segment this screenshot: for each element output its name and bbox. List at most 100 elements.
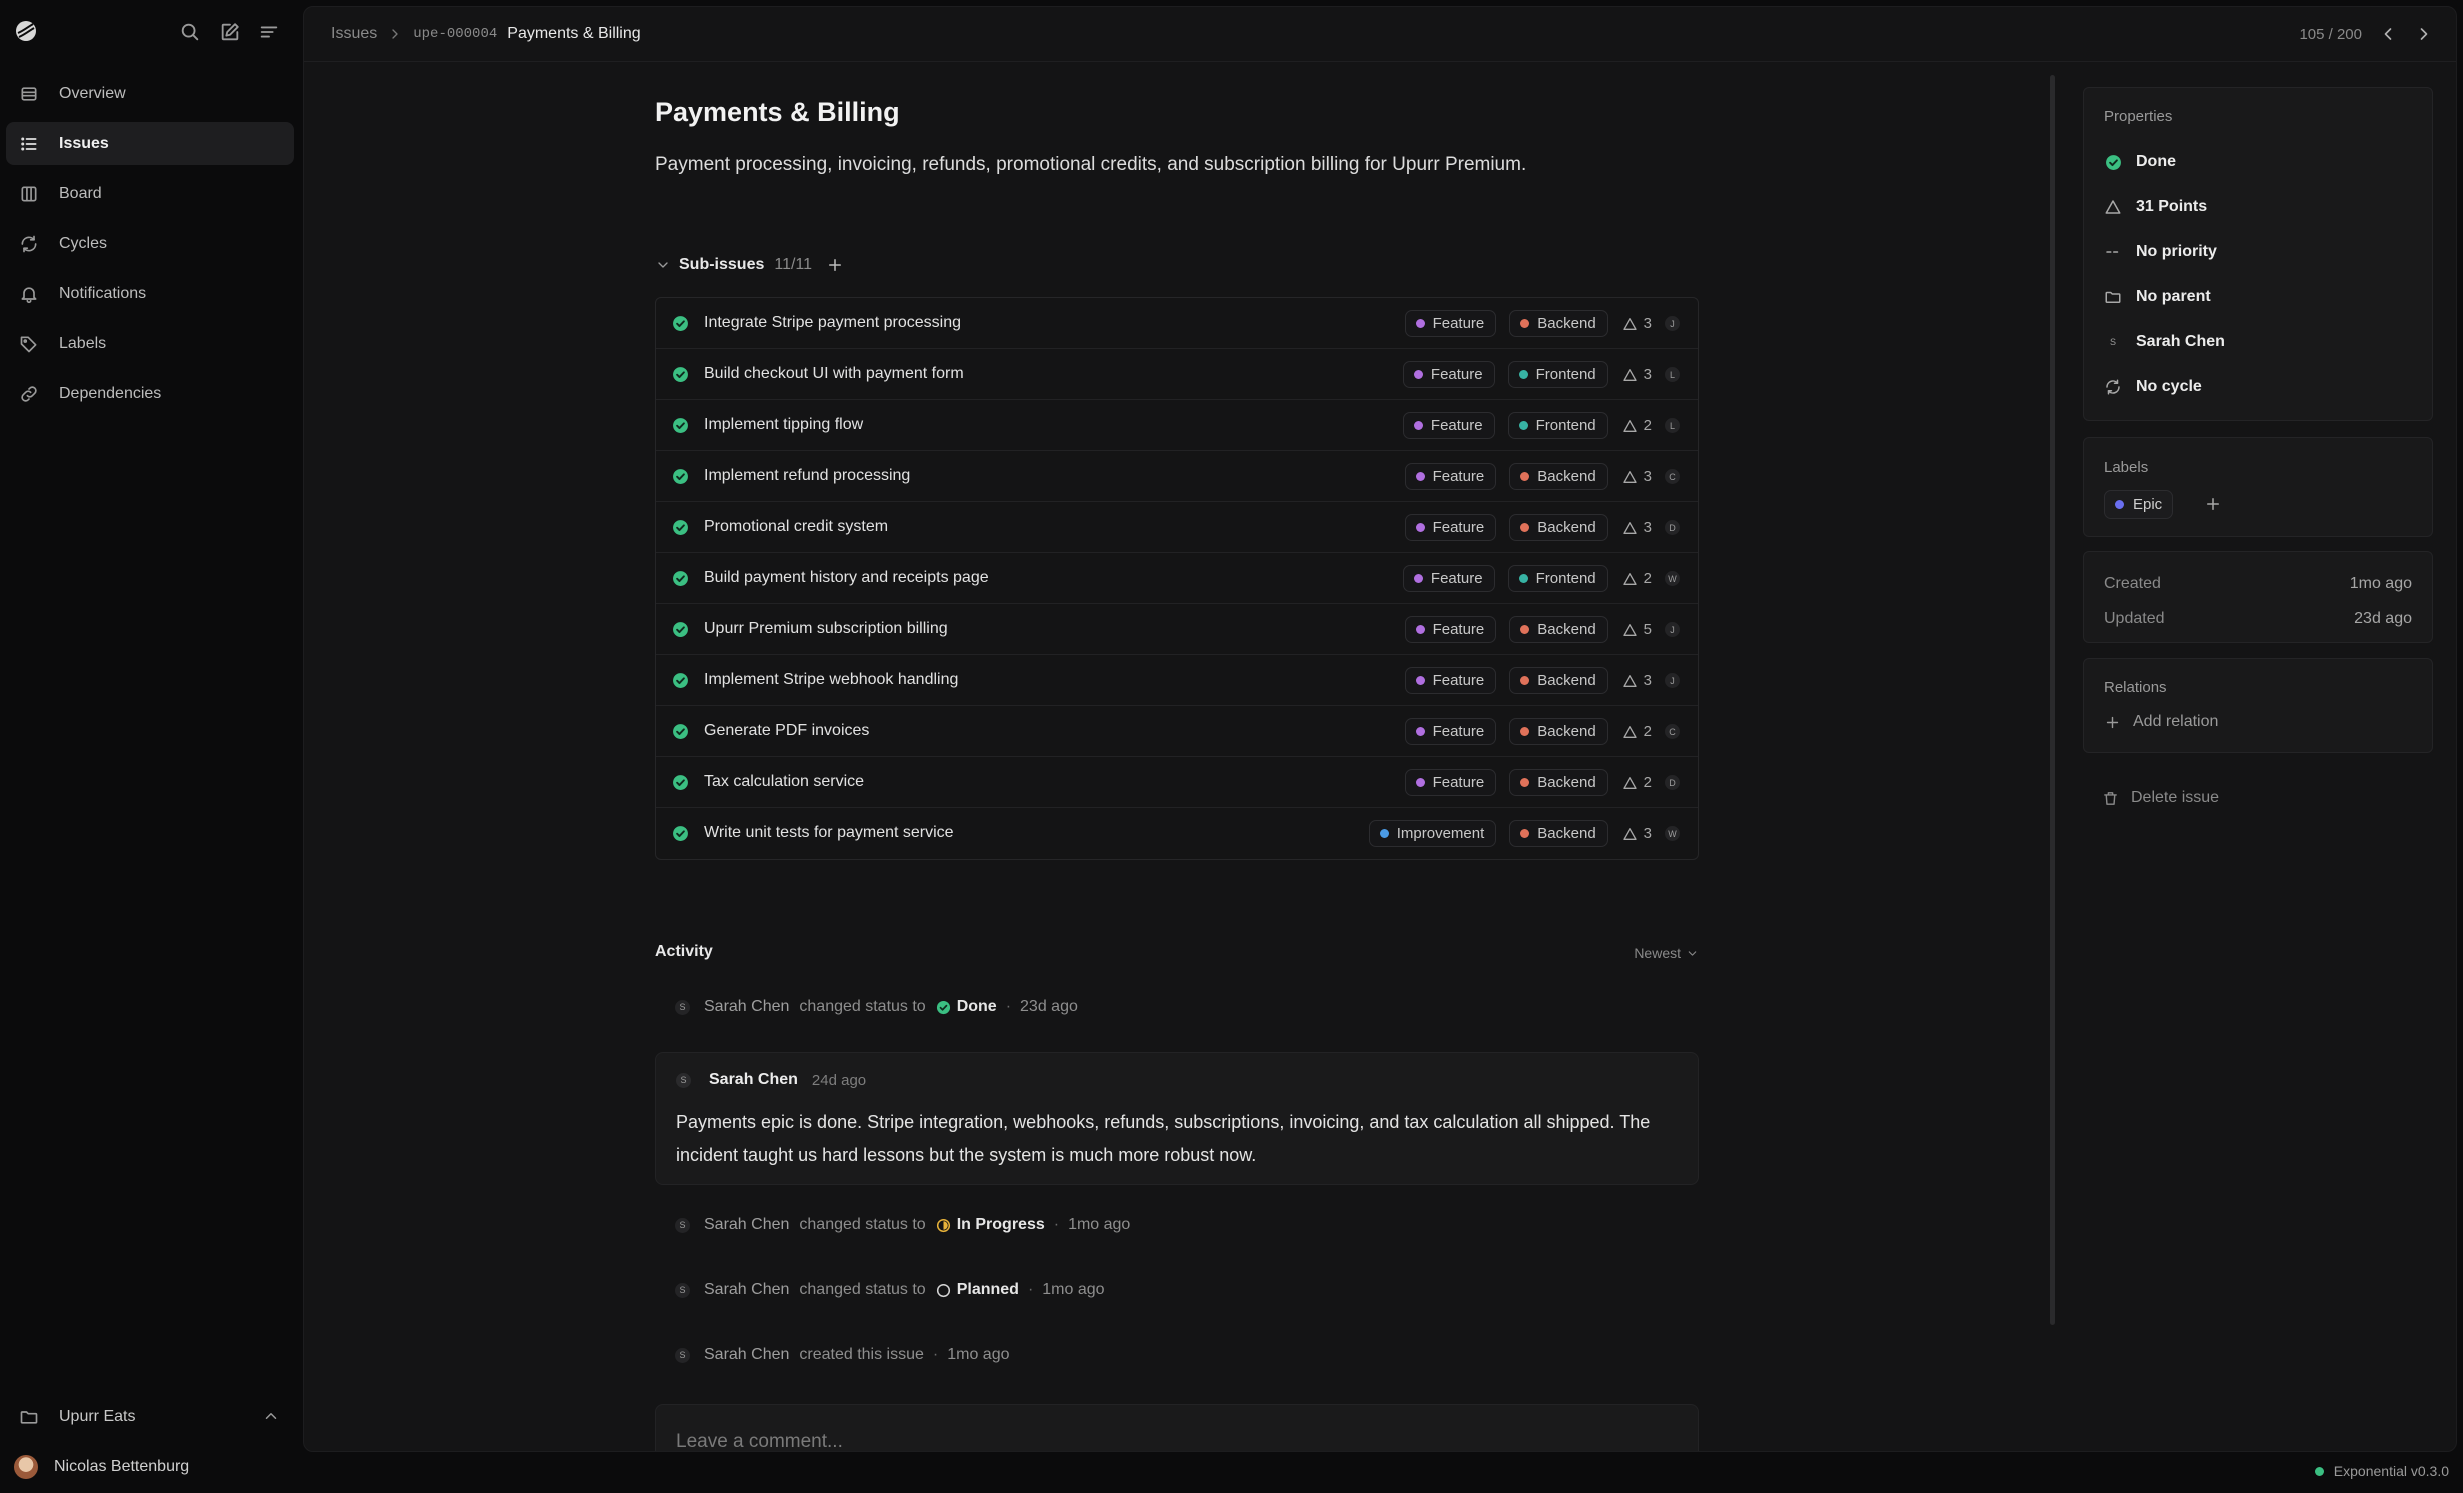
type-badge[interactable]: Feature [1404,769,1497,796]
assignee-avatar[interactable]: J [1665,316,1680,331]
chevron-right-icon[interactable] [2414,24,2434,44]
area-badge[interactable]: Backend [1509,718,1608,745]
label-epic[interactable]: Epic [2104,490,2174,519]
scrollbar[interactable] [2050,75,2055,1325]
type-badge[interactable]: Feature [1402,565,1495,592]
workspace-switcher[interactable]: Upurr Eats [6,1399,294,1435]
triangle-icon [1622,623,1637,636]
points-property[interactable]: 31 Points [2104,195,2207,219]
area-badge[interactable]: Backend [1509,820,1608,847]
type-badge[interactable]: Feature [1402,412,1495,439]
assignee-avatar[interactable]: J [1665,673,1680,688]
assignee-property[interactable]: S Sarah Chen [2104,330,2225,354]
area-badge[interactable]: Backend [1509,616,1608,643]
user-profile[interactable]: Nicolas Bettenburg [14,1452,189,1482]
assignee-avatar[interactable]: W [1665,826,1680,841]
sub-issue-title: Promotional credit system [704,518,889,535]
done-status-icon[interactable] [672,825,689,842]
workspace-name: Upurr Eats [59,1408,136,1425]
type-badge[interactable]: Feature [1404,514,1497,541]
assignee-avatar[interactable]: J [1665,622,1680,637]
add-sub-issue-button[interactable] [826,256,844,274]
area-badge[interactable]: Backend [1509,514,1608,541]
done-status-icon[interactable] [672,621,689,638]
chevron-left-icon[interactable] [2378,24,2398,44]
sidebar-item-notifications[interactable]: Notifications [6,272,294,315]
area-badge[interactable]: Backend [1509,463,1608,490]
assignee-avatar[interactable]: L [1665,418,1680,433]
issue-description[interactable]: Payment processing, invoicing, refunds, … [655,154,1699,176]
sub-issue-row[interactable]: Implement tipping flow Feature Frontend 2 L [656,400,1698,451]
pager-count: 105 / 200 [2299,25,2362,43]
done-status-icon [936,1000,950,1014]
sub-issue-row[interactable]: Promotional credit system Feature Backend 3… [656,502,1698,553]
done-status-icon[interactable] [672,468,689,485]
sub-issue-row[interactable]: Upurr Premium subscription billing Featur… [656,604,1698,655]
event-author: Sarah Chen [704,998,790,1015]
area-badge[interactable]: Backend [1509,667,1608,694]
done-status-icon[interactable] [672,723,689,740]
sub-issue-row[interactable]: Integrate Stripe payment processing Featu… [656,298,1698,349]
sidebar-item-cycles[interactable]: Cycles [6,222,294,265]
area-badge[interactable]: Frontend [1507,361,1608,388]
relations-title: Relations [2104,679,2167,696]
type-badge[interactable]: Feature [1404,718,1497,745]
done-status-icon[interactable] [672,519,689,536]
type-badge[interactable]: Improvement [1368,820,1497,847]
parent-property[interactable]: No parent [2104,285,2211,309]
assignee-avatar[interactable]: D [1665,520,1680,535]
assignee-avatar[interactable]: L [1665,367,1680,382]
menu-icon[interactable] [258,21,280,43]
area-badge[interactable]: Frontend [1507,565,1608,592]
done-status-icon[interactable] [672,774,689,791]
done-status-icon[interactable] [672,366,689,383]
sidebar-item-overview[interactable]: Overview [6,72,294,115]
sub-issue-row[interactable]: Implement refund processing Feature Backen… [656,451,1698,502]
search-icon[interactable] [179,21,201,43]
assignee-avatar[interactable]: D [1665,775,1680,790]
type-badge[interactable]: Feature [1404,310,1497,337]
area-badge[interactable]: Backend [1509,310,1608,337]
delete-issue-button[interactable]: Delete issue [2102,789,2219,807]
assignee-avatar[interactable]: C [1665,469,1680,484]
app-logo-icon[interactable] [14,19,38,43]
assignee-avatar[interactable]: W [1665,571,1680,586]
sub-issue-title: Implement Stripe webhook handling [704,671,959,688]
type-badge[interactable]: Feature [1404,463,1497,490]
sub-issue-row[interactable]: Tax calculation service Feature Backend 2 D [656,757,1698,808]
sub-issue-row[interactable]: Build payment history and receipts page F… [656,553,1698,604]
done-status-icon[interactable] [672,570,689,587]
sidebar-item-issues[interactable]: Issues [6,122,294,165]
area-badge[interactable]: Backend [1509,769,1608,796]
comment-input[interactable] [655,1404,1699,1451]
type-badge[interactable]: Feature [1404,616,1497,643]
sub-issue-row[interactable]: Build checkout UI with payment form Featu… [656,349,1698,400]
sub-issue-row[interactable]: Write unit tests for payment service Impr… [656,808,1698,859]
done-status-icon[interactable] [672,417,689,434]
sidebar-item-labels[interactable]: Labels [6,322,294,365]
sub-issue-row[interactable]: Generate PDF invoices Feature Backend 2 C [656,706,1698,757]
status-property[interactable]: Done [2104,150,2176,174]
add-relation-button[interactable]: Add relation [2104,713,2218,731]
add-label-button[interactable] [2204,495,2222,513]
done-status-icon[interactable] [672,672,689,689]
sidebar-item-board[interactable]: Board [6,172,294,215]
done-status-icon[interactable] [672,315,689,332]
page-title[interactable]: Payments & Billing [655,97,1699,137]
sort-dropdown[interactable]: Newest [1634,945,1699,961]
chevron-down-icon[interactable] [655,257,671,273]
activity-event: S Sarah Chen created this issue · 1mo ag… [675,1343,1010,1367]
breadcrumb-issues[interactable]: Issues [331,25,377,43]
cycle-property[interactable]: No cycle [2104,375,2202,399]
type-badge[interactable]: Feature [1404,667,1497,694]
sub-issue-row[interactable]: Implement Stripe webhook handling Feature… [656,655,1698,706]
assignee-avatar[interactable]: C [1665,724,1680,739]
type-badge[interactable]: Feature [1402,361,1495,388]
priority-property[interactable]: No priority [2104,240,2217,264]
area-badge[interactable]: Frontend [1507,412,1608,439]
compose-icon[interactable] [219,21,241,43]
sidebar-item-dependencies[interactable]: Dependencies [6,372,294,415]
breadcrumb-issue-id[interactable]: upe-000004 [413,26,497,42]
sub-issue-title: Upurr Premium subscription billing [704,620,948,637]
breadcrumb: Issues upe-000004 Payments & Billing [331,25,641,43]
